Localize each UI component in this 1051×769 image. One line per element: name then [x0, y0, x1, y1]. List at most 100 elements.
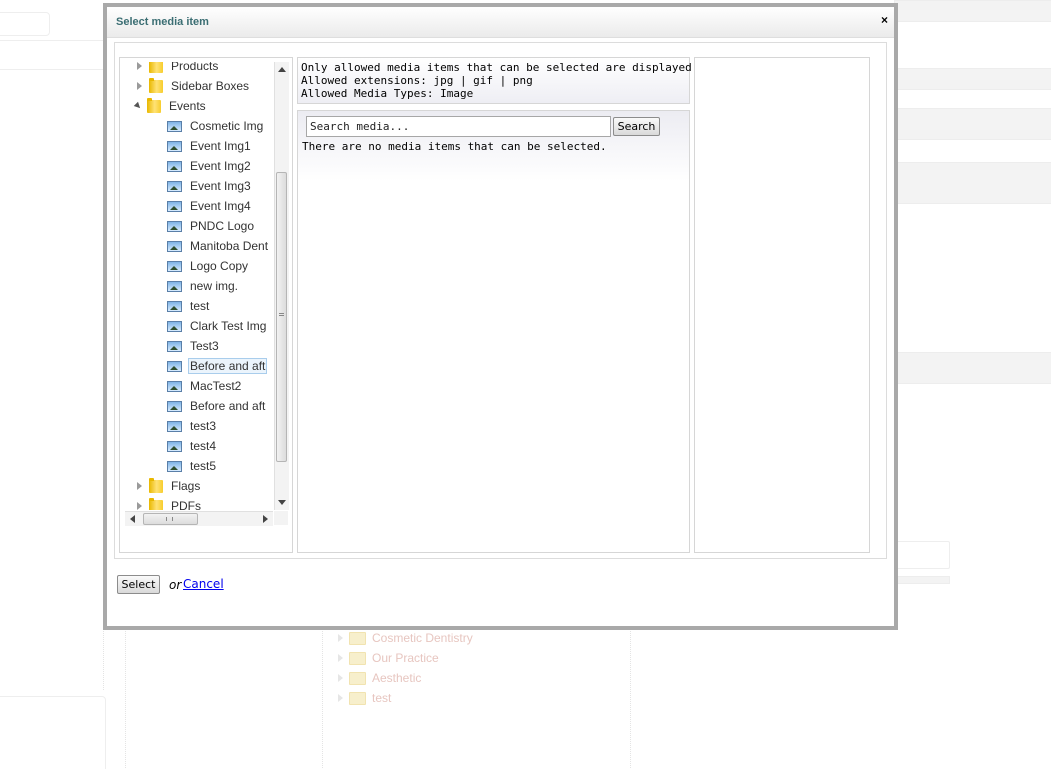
tree-item-label[interactable]: PNDC Logo	[188, 218, 256, 234]
tree-folder-item[interactable]: Sidebar Boxes	[125, 76, 273, 96]
cancel-link[interactable]: Cancel	[183, 577, 224, 591]
allowed-items-info: Only allowed media items that can be sel…	[297, 57, 698, 104]
tree-media-item[interactable]: test5	[125, 456, 273, 476]
folder-icon	[149, 62, 163, 73]
tree-media-item[interactable]: Event Img3	[125, 176, 273, 196]
background-bar	[894, 576, 950, 584]
tree-item-label[interactable]: Cosmetic Img	[188, 118, 265, 134]
background-tree-label: Our Practice	[372, 651, 439, 665]
folder-icon	[147, 97, 161, 113]
collapse-arrow-icon[interactable]	[137, 82, 142, 90]
tree-media-item[interactable]: Clark Test Img	[125, 316, 273, 336]
scrollbar-thumb[interactable]	[276, 172, 287, 462]
dialog-title: Select media item	[116, 16, 209, 28]
background-tree-label: Cosmetic Dentistry	[372, 631, 473, 645]
image-icon	[167, 360, 182, 372]
media-tree[interactable]: Products Sidebar Boxes Events Cosmetic Img E…	[125, 62, 273, 510]
tree-item-label[interactable]: test5	[188, 458, 218, 474]
background-bar	[894, 352, 1051, 384]
tree-item-label[interactable]: Event Img1	[188, 138, 253, 154]
image-icon	[167, 380, 182, 392]
tree-folder-item[interactable]: Products	[125, 62, 273, 76]
tree-item-label[interactable]: new img.	[188, 278, 240, 294]
tree-folder-item[interactable]: PDFs	[125, 496, 273, 510]
tree-item-label[interactable]: Sidebar Boxes	[169, 78, 251, 94]
collapse-arrow-icon[interactable]	[137, 482, 142, 490]
background-tree-label: test	[372, 691, 392, 705]
image-icon	[167, 300, 182, 312]
tree-folder-item[interactable]: Events	[125, 96, 273, 116]
tree-media-item[interactable]: test4	[125, 436, 273, 456]
tree-media-item[interactable]: Test3	[125, 336, 273, 356]
background-input	[0, 12, 50, 36]
tree-item-label[interactable]: MacTest2	[188, 378, 243, 394]
tree-item-label[interactable]: Logo Copy	[188, 258, 250, 274]
collapse-arrow-icon[interactable]	[137, 62, 142, 70]
tree-item-label[interactable]: Before and aft	[188, 358, 268, 374]
tree-item-label[interactable]: test	[188, 298, 211, 314]
image-icon	[167, 440, 182, 452]
tree-media-item[interactable]: Cosmetic Img	[125, 116, 273, 136]
tree-media-item[interactable]: Logo Copy	[125, 256, 273, 276]
tree-media-item[interactable]: Event Img1	[125, 136, 273, 156]
tree-media-item[interactable]: Before and aft	[125, 396, 273, 416]
tree-media-item[interactable]: Event Img4	[125, 196, 273, 216]
tree-item-label[interactable]: Event Img2	[188, 158, 253, 174]
image-icon	[167, 320, 182, 332]
background-bar	[894, 68, 1051, 90]
select-media-dialog: Select media item × Products Sidebar Boxe…	[103, 3, 898, 630]
scroll-up-arrow-icon[interactable]	[278, 67, 286, 72]
tree-item-label[interactable]: Test3	[188, 338, 221, 354]
dialog-body: Products Sidebar Boxes Events Cosmetic Img E…	[114, 42, 887, 559]
chevron-right-icon	[338, 654, 343, 662]
media-preview-panel	[694, 57, 870, 553]
tree-media-item[interactable]: test3	[125, 416, 273, 436]
tree-item-label[interactable]: test4	[188, 438, 218, 454]
background-tree-label: Aesthetic	[372, 671, 422, 685]
chevron-right-icon	[338, 694, 343, 702]
tree-media-item[interactable]: Event Img2	[125, 156, 273, 176]
tree-item-label[interactable]: Event Img4	[188, 198, 253, 214]
image-icon	[167, 240, 182, 252]
search-input[interactable]	[306, 116, 611, 137]
collapse-arrow-icon[interactable]	[137, 502, 142, 510]
image-icon	[167, 200, 182, 212]
media-results-panel: Search There are no media items that can…	[297, 110, 690, 553]
image-icon	[167, 120, 182, 132]
tree-item-label[interactable]: Products	[169, 62, 220, 74]
tree-folder-item[interactable]: Flags	[125, 476, 273, 496]
scrollbar-thumb[interactable]	[143, 513, 198, 525]
vertical-scrollbar[interactable]	[274, 62, 289, 510]
tree-item-label[interactable]: Clark Test Img	[188, 318, 268, 334]
tree-item-label[interactable]: Event Img3	[188, 178, 253, 194]
image-icon	[167, 220, 182, 232]
tree-media-item[interactable]: Before and aft	[125, 356, 273, 376]
background-tree-item: Aesthetic	[338, 668, 473, 688]
scroll-down-arrow-icon[interactable]	[278, 500, 286, 505]
background-divider	[630, 620, 631, 769]
grip-icon	[166, 517, 173, 521]
tree-item-label[interactable]: Manitoba Dent	[188, 238, 270, 254]
tree-media-item[interactable]: new img.	[125, 276, 273, 296]
horizontal-scrollbar[interactable]	[125, 511, 273, 526]
tree-media-item[interactable]: PNDC Logo	[125, 216, 273, 236]
search-button[interactable]: Search	[613, 117, 660, 136]
background-bar	[894, 162, 1051, 204]
tree-item-label[interactable]: Flags	[169, 478, 202, 494]
select-button[interactable]: Select	[117, 575, 160, 594]
image-icon	[167, 180, 182, 192]
tree-item-label[interactable]: test3	[188, 418, 218, 434]
tree-media-item[interactable]: Manitoba Dent	[125, 236, 273, 256]
tree-media-item[interactable]: MacTest2	[125, 376, 273, 396]
tree-item-label[interactable]: Before and aft	[188, 398, 267, 414]
scroll-right-arrow-icon[interactable]	[263, 515, 268, 523]
scroll-left-arrow-icon[interactable]	[130, 515, 135, 523]
tree-media-item[interactable]: test	[125, 296, 273, 316]
expand-arrow-icon[interactable]	[133, 101, 143, 111]
image-icon	[167, 460, 182, 472]
folder-icon	[349, 671, 366, 685]
close-icon[interactable]: ×	[881, 13, 888, 27]
scrollbar-corner	[274, 511, 288, 525]
tree-item-label[interactable]: Events	[167, 98, 208, 114]
tree-item-label[interactable]: PDFs	[169, 498, 203, 510]
